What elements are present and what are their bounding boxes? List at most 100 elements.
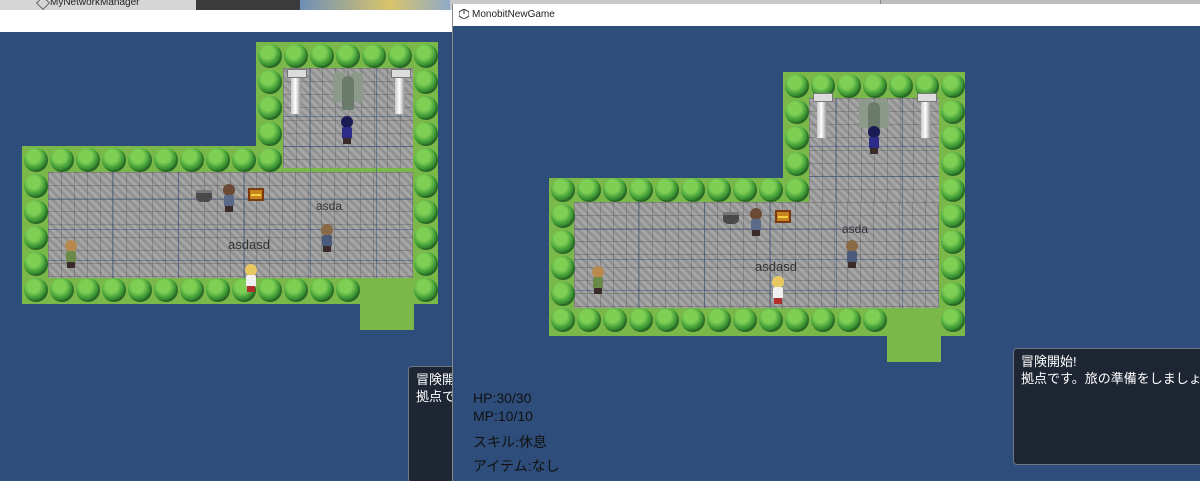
tree <box>785 152 809 176</box>
grid-line <box>283 146 413 147</box>
tree <box>837 308 861 332</box>
tree <box>681 308 705 332</box>
tree <box>24 200 48 224</box>
tree <box>551 308 575 332</box>
npc-villager[interactable] <box>749 208 763 236</box>
tree <box>50 148 74 172</box>
treasure-chest[interactable] <box>775 210 791 223</box>
tree <box>284 44 308 68</box>
message-window: 冒険開始! 拠点です。旅の準備をしましょう。 <box>1013 348 1200 465</box>
grass-exit <box>887 314 941 362</box>
grass-exit <box>360 282 414 330</box>
grid-line <box>704 202 705 308</box>
tree <box>551 204 575 228</box>
tree <box>50 278 74 302</box>
npc-villager[interactable] <box>222 184 236 212</box>
player-character[interactable] <box>320 224 334 252</box>
grid-line <box>244 172 245 278</box>
tree <box>24 148 48 172</box>
tree <box>414 174 438 198</box>
cooking-pot <box>196 190 212 202</box>
mp-value: MP:10/10 <box>473 408 533 424</box>
tree <box>258 96 282 120</box>
right-game-view[interactable]: asda asdasd HP:30/30 MP:10/10 スキル:休息 アイテ… <box>453 26 1200 481</box>
editor-image-preview <box>300 0 450 10</box>
player-name-label: asdasd <box>228 237 270 252</box>
player-character[interactable] <box>845 240 859 268</box>
grid-line <box>48 229 413 230</box>
tree <box>414 278 438 302</box>
message-line: 拠点で <box>416 389 452 404</box>
grid-line <box>376 68 377 278</box>
tree <box>785 178 809 202</box>
tree <box>785 74 809 98</box>
tree <box>24 252 48 276</box>
tree <box>837 74 861 98</box>
window-titlebar[interactable]: MonobitNewGame <box>453 4 1200 26</box>
grid-line <box>836 98 837 308</box>
tree <box>577 308 601 332</box>
tree <box>154 278 178 302</box>
tree <box>941 74 965 98</box>
tree <box>76 148 100 172</box>
hp-value: HP:30/30 <box>473 390 532 406</box>
tree <box>414 122 438 146</box>
tree <box>551 256 575 280</box>
tree <box>655 308 679 332</box>
tree <box>258 70 282 94</box>
left-game-view[interactable]: asda asdasd 冒険開 拠点で <box>0 10 452 481</box>
tree <box>941 126 965 150</box>
unity-icon <box>459 9 469 19</box>
tree <box>258 122 282 146</box>
grid-line <box>574 290 939 291</box>
skill-value: スキル:休息 <box>473 434 547 450</box>
tree <box>388 44 412 68</box>
item-value: アイテム:なし <box>473 458 560 474</box>
window-title: MonobitNewGame <box>472 9 555 20</box>
tree <box>336 278 360 302</box>
npc-villager[interactable] <box>591 266 605 294</box>
grid-line <box>902 98 903 308</box>
tree <box>414 70 438 94</box>
player-name-label: asdasd <box>755 259 797 274</box>
tree <box>941 204 965 228</box>
tree <box>24 226 48 250</box>
npc-sage[interactable] <box>867 126 881 154</box>
player-character[interactable] <box>771 276 785 304</box>
tree <box>180 278 204 302</box>
grid-line <box>48 260 413 261</box>
tree <box>414 226 438 250</box>
tree <box>414 252 438 276</box>
game-window[interactable]: MonobitNewGame asda asdasd HP:30/30 MP:1… <box>452 4 1200 481</box>
tree <box>24 174 48 198</box>
tree <box>24 278 48 302</box>
tree <box>941 282 965 306</box>
tree <box>232 148 256 172</box>
tree <box>414 148 438 172</box>
tree <box>258 278 282 302</box>
message-line: 冒険開始! <box>1021 354 1077 369</box>
tree <box>414 96 438 120</box>
hierarchy-item-label[interactable]: MyNetworkManager <box>50 0 139 8</box>
tree <box>707 178 731 202</box>
tree <box>102 278 126 302</box>
player-name-label: asda <box>842 222 869 236</box>
stone-pillar <box>287 69 307 114</box>
tree <box>655 178 679 202</box>
message-line: 拠点です。旅の準備をしましょう。 <box>1021 371 1200 386</box>
npc-villager[interactable] <box>64 240 78 268</box>
tree <box>310 278 334 302</box>
npc-sage[interactable] <box>340 116 354 144</box>
player-character[interactable] <box>244 264 258 292</box>
grid-line <box>178 172 179 278</box>
tree <box>180 148 204 172</box>
dragon-statue <box>333 68 363 114</box>
tree <box>733 308 757 332</box>
treasure-chest[interactable] <box>248 188 264 201</box>
tree <box>128 278 152 302</box>
tree <box>941 152 965 176</box>
grid-line <box>112 172 113 278</box>
tree <box>284 278 308 302</box>
stone-pillar <box>917 93 937 138</box>
grid-line <box>310 68 311 278</box>
